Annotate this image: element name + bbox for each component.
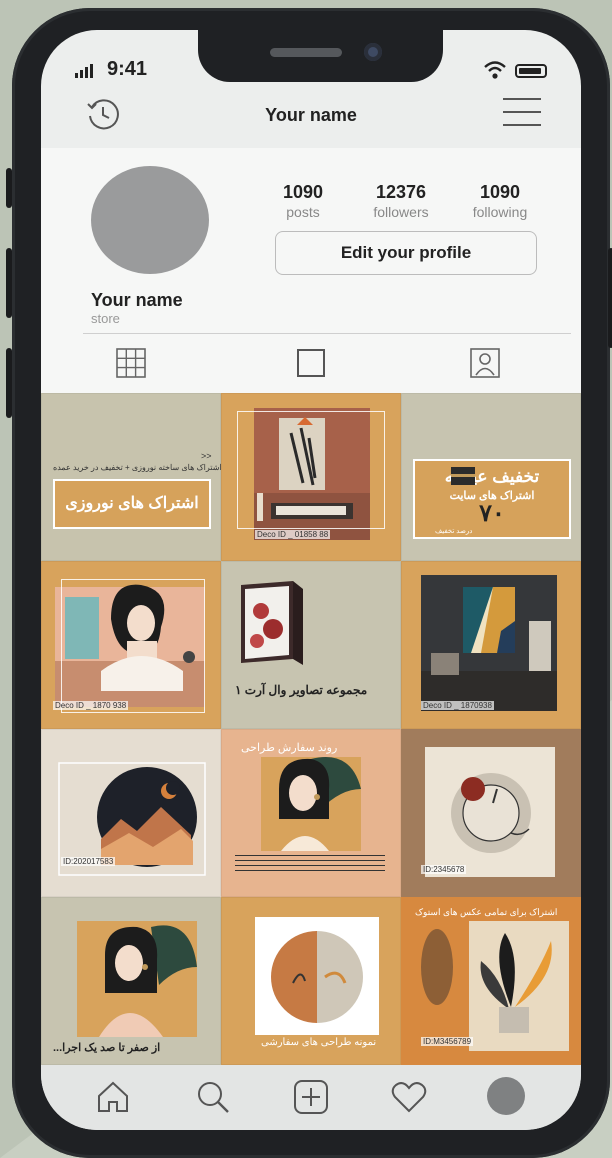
profile-name: Your name: [91, 290, 183, 310]
post-caption: نمونه طراحی های سفارشی: [261, 1037, 377, 1048]
post-title: اشتراک برای تمامی عکس های استوک: [415, 907, 558, 917]
post-tile[interactable]: >> اشتراک های ساخته نوروزی + تخفیف در خر…: [41, 393, 221, 561]
post-number: ۷۰: [479, 500, 505, 527]
side-button-mute: [6, 168, 12, 208]
post-banner: اشتراک های نوروزی: [53, 479, 211, 529]
post-code: Deco ID _ 1870938: [421, 701, 494, 710]
post-arrows: >>: [201, 451, 212, 461]
tv-icon[interactable]: [295, 347, 327, 379]
post-code: ID:M3456789: [421, 1037, 474, 1046]
woman-art-image: [77, 921, 197, 1037]
stat-posts-label: posts: [286, 204, 320, 220]
speaker: [270, 48, 342, 57]
posts-grid: >> اشتراک های ساخته نوروزی + تخفیف در خر…: [41, 393, 581, 1065]
post-note: درصد تخفیف: [435, 528, 473, 535]
battery-icon: [515, 64, 547, 78]
side-button-volume-down: [6, 348, 12, 418]
signal-icon: [75, 64, 93, 78]
gift-icon: [451, 467, 475, 485]
heart-icon[interactable]: [389, 1077, 429, 1117]
profile-section: 1090 posts 12376 followers 1090 followin…: [41, 148, 581, 418]
side-button-volume-up: [6, 248, 12, 318]
home-icon[interactable]: [93, 1077, 133, 1117]
post-title: مجموعه تصاویر وال آرت ۱: [235, 683, 368, 697]
stat-posts-value: 1090: [282, 182, 324, 202]
post-tile[interactable]: ID:202017583: [41, 729, 221, 897]
post-tile[interactable]: روند سفارش طراحی: [221, 729, 401, 897]
post-code: ID:202017583: [61, 857, 116, 866]
avatar[interactable]: [91, 166, 209, 274]
post-subtitle: اشتراک های ساخته نوروزی + تخفیف در خرید …: [53, 463, 221, 472]
post-tile[interactable]: Deco ID _ 1870938: [401, 561, 581, 729]
post-code: Deco ID _ 1870 938: [53, 701, 129, 710]
post-tile[interactable]: ID:2345678: [401, 729, 581, 897]
bottom-nav: [41, 1065, 581, 1130]
product-box-image: [241, 581, 303, 665]
stat-following[interactable]: 1090 following: [450, 182, 550, 220]
photo-frame: [237, 411, 385, 529]
post-code: Deco ID _ 01858 88: [255, 530, 331, 539]
divider: [83, 333, 571, 334]
profile-avatar[interactable]: [487, 1077, 525, 1115]
header-title: Your name: [265, 105, 357, 125]
side-button-power: [608, 248, 612, 348]
post-tile[interactable]: نمونه طراحی های سفارشی: [221, 897, 401, 1065]
stat-posts[interactable]: 1090 posts: [253, 182, 353, 220]
post-tile[interactable]: تخفیف عیدانه اشتراک های سایت ۷۰ درصد تخف…: [401, 393, 581, 561]
post-code: ID:2345678: [421, 865, 467, 874]
status-time: 9:41: [107, 58, 148, 80]
post-tile[interactable]: Deco ID _ 01858 88: [221, 393, 401, 561]
stat-followers-value: 12376: [375, 182, 427, 202]
profile-category: store: [91, 311, 120, 326]
moon-circle-image: [58, 762, 206, 876]
notch: [198, 30, 443, 82]
tagged-icon[interactable]: [469, 347, 501, 379]
menu-icon[interactable]: [503, 98, 541, 128]
post-tile[interactable]: اشتراک برای تمامی عکس های استوک ID:M3456…: [401, 897, 581, 1065]
screen: 9:41 Your name 1090 posts 12376 follower…: [41, 30, 581, 1130]
search-icon[interactable]: [193, 1077, 233, 1117]
post-body-text: [235, 855, 385, 873]
stat-following-label: following: [472, 204, 528, 220]
stat-followers-label: followers: [373, 204, 429, 220]
photo-frame: [61, 579, 205, 713]
profile-header: Your name: [41, 92, 581, 148]
grid-icon[interactable]: [115, 347, 147, 379]
post-caption: از صفر تا صد یک اجرا...: [53, 1042, 161, 1054]
camera: [364, 43, 382, 61]
post-tile[interactable]: از صفر تا صد یک اجرا...: [41, 897, 221, 1065]
post-tile[interactable]: Deco ID _ 1870 938: [41, 561, 221, 729]
stat-followers[interactable]: 12376 followers: [351, 182, 451, 220]
stat-following-value: 1090: [479, 182, 521, 202]
post-title: تخفیف عیدانه: [444, 467, 540, 486]
wifi-icon: [484, 61, 506, 79]
post-tile[interactable]: مجموعه تصاویر وال آرت ۱: [221, 561, 401, 729]
edit-profile-button[interactable]: Edit your profile: [275, 231, 537, 275]
add-post-icon[interactable]: [291, 1077, 331, 1117]
